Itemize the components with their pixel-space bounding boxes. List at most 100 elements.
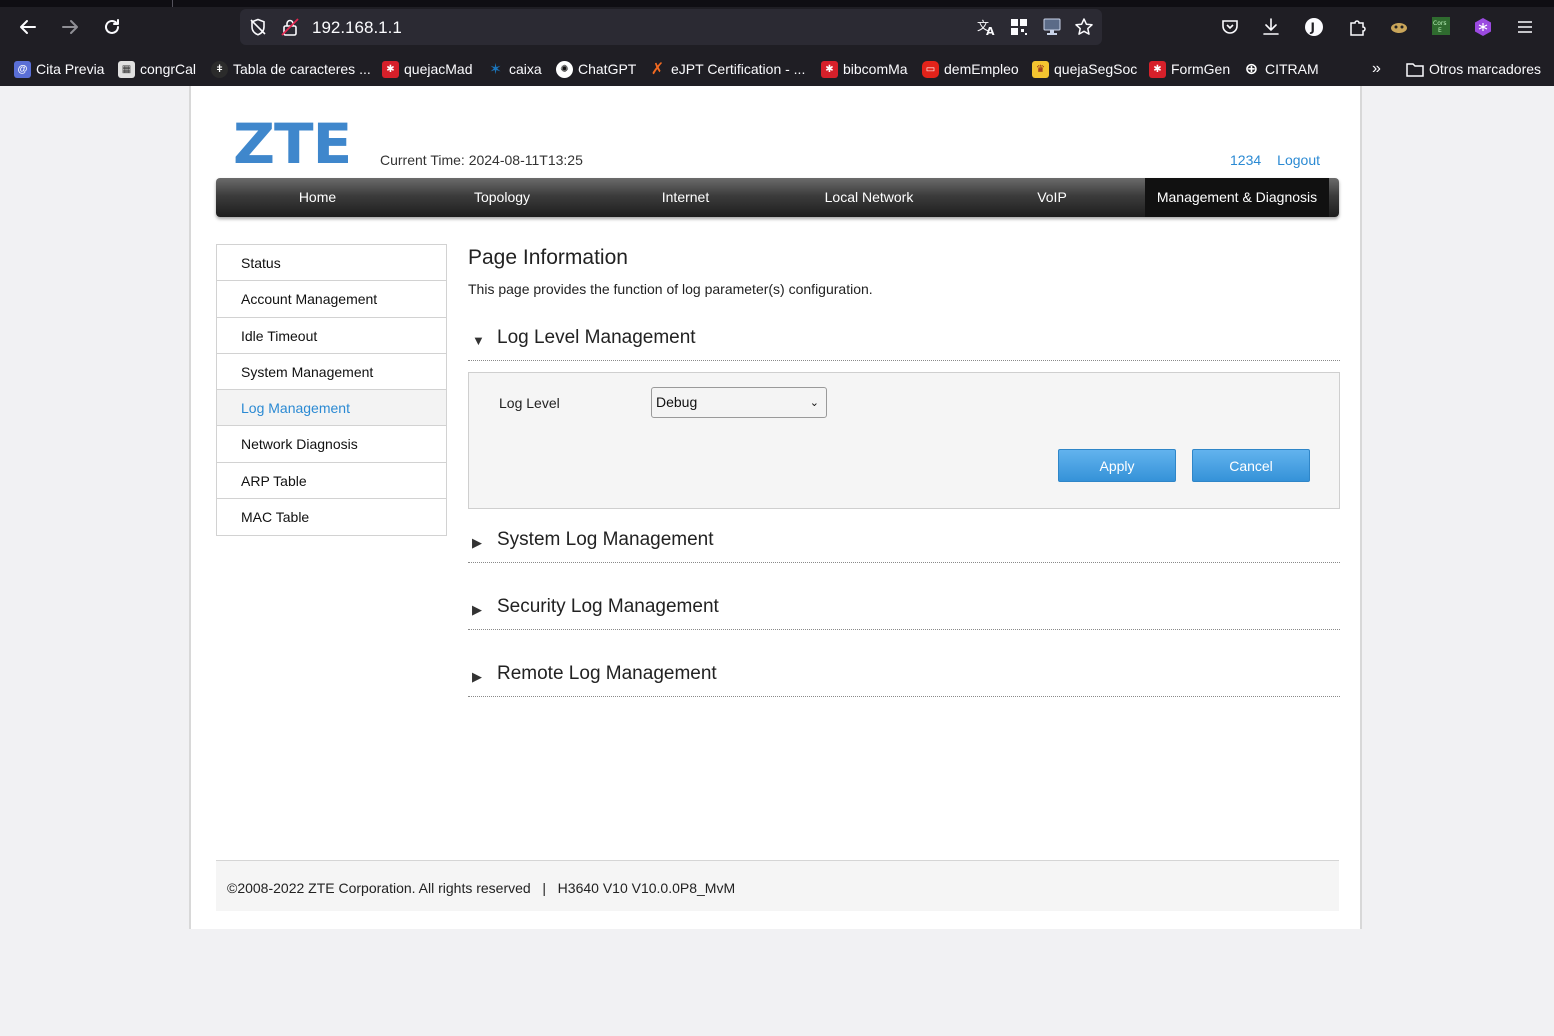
hexagon-extension-icon[interactable]: [1472, 16, 1494, 38]
sidebar-item-log-management[interactable]: Log Management: [217, 390, 446, 427]
bookmark-congrcal[interactable]: ▦ congrCal: [118, 58, 196, 80]
user-links: 1234 Logout: [1214, 152, 1320, 168]
bookmark-tabla-caracteres[interactable]: ǂ Tabla de caracteres ...: [211, 58, 371, 80]
fox-extension-icon[interactable]: [1388, 16, 1410, 38]
triangle-right-icon: ▶: [472, 669, 482, 684]
section-title: System Log Management: [497, 529, 714, 550]
footer: ©2008-2022 ZTE Corporation. All rights r…: [216, 860, 1339, 911]
apply-button[interactable]: Apply: [1058, 449, 1176, 482]
forward-button[interactable]: [55, 12, 85, 42]
triangle-right-icon: ▶: [472, 602, 482, 617]
svg-text:J: J: [1310, 21, 1315, 35]
log-level-panel: Log Level Debug ⌄ Apply Cancel: [468, 372, 1340, 509]
sidebar-item-network-diagnosis[interactable]: Network Diagnosis: [217, 426, 446, 463]
bookmark-bibcomma[interactable]: ✱ bibcomMa: [821, 58, 908, 80]
screen-extension-icon[interactable]: [1041, 16, 1063, 38]
logout-link[interactable]: Logout: [1277, 152, 1320, 168]
footer-text: ©2008-2022 ZTE Corporation. All rights r…: [227, 880, 735, 896]
sidebar-item-mac-table[interactable]: MAC Table: [217, 499, 446, 536]
arrow-right-icon: [62, 20, 78, 34]
page-title: Page Information: [468, 246, 628, 269]
account-avatar-icon[interactable]: J: [1303, 16, 1325, 38]
bookmark-quejacmad[interactable]: ✱ quejacMad: [382, 58, 473, 80]
sidebar-item-system-management[interactable]: System Management: [217, 353, 446, 391]
folder-icon: [1406, 63, 1424, 77]
bookmark-chatgpt[interactable]: ✺ ChatGPT: [556, 58, 636, 80]
cancel-button[interactable]: Cancel: [1192, 449, 1310, 482]
pocket-icon[interactable]: [1219, 16, 1241, 38]
qr-code-icon[interactable]: [1008, 17, 1030, 37]
madrid-icon: ✱: [1149, 60, 1166, 78]
nav-voip[interactable]: VoIP: [952, 178, 1152, 217]
firmware-version: H3640 V10 V10.0.0P8_MvM: [557, 880, 736, 896]
section-title: Remote Log Management: [497, 663, 717, 684]
nav-internet[interactable]: Internet: [585, 178, 786, 217]
url-bar[interactable]: 192.168.1.1 文A: [240, 9, 1102, 45]
browser-chrome: 192.168.1.1 文A J Cors E @ Cita Previa ▦ …: [0, 0, 1554, 86]
triangle-right-icon: ▶: [472, 535, 482, 550]
bookmark-caixa[interactable]: ✶ caixa: [487, 58, 541, 80]
triangle-down-icon: ▼: [472, 333, 485, 348]
main-navigation: Home Topology Internet Local Network VoI…: [216, 178, 1339, 217]
sidebar-item-arp-table[interactable]: ARP Table: [217, 462, 446, 500]
url-text[interactable]: 192.168.1.1: [312, 18, 402, 38]
bookmark-dempleo[interactable]: ▭ demEmpleo: [922, 58, 1019, 80]
copyright-text: ©2008-2022 ZTE Corporation. All rights r…: [227, 880, 531, 896]
sidebar-menu: Status Account Management Idle Timeout S…: [216, 244, 447, 537]
reload-button[interactable]: [97, 12, 127, 42]
other-bookmarks-folder[interactable]: Otros marcadores: [1406, 58, 1541, 80]
at-icon: @: [14, 60, 31, 78]
sidebar-item-status[interactable]: Status: [217, 245, 446, 282]
nav-management-diagnosis[interactable]: Management & Diagnosis: [1145, 178, 1329, 217]
extensions-puzzle-icon[interactable]: [1346, 16, 1368, 38]
bookmark-quejasegsoc[interactable]: ♛ quejaSegSoc: [1032, 58, 1137, 80]
bookmarks-bar: @ Cita Previa ▦ congrCal ǂ Tabla de caracte…: [0, 54, 1554, 84]
section-system-log-management[interactable]: ▶ System Log Management: [468, 523, 1340, 563]
page-description: This page provides the function of log p…: [468, 281, 873, 297]
hamburger-menu-icon[interactable]: [1514, 16, 1536, 38]
bookmark-ejpt[interactable]: ✗ eJPT Certification - ...: [649, 58, 806, 80]
caixa-star-icon: ✶: [489, 61, 502, 78]
arrow-left-icon: [20, 20, 36, 34]
log-level-select[interactable]: Debug ⌄: [651, 387, 827, 418]
section-security-log-management[interactable]: ▶ Security Log Management: [468, 590, 1340, 630]
section-remote-log-management[interactable]: ▶ Remote Log Management: [468, 657, 1340, 697]
nav-topology[interactable]: Topology: [419, 178, 585, 217]
username-link[interactable]: 1234: [1230, 152, 1261, 168]
tracking-shield-icon[interactable]: [248, 17, 268, 37]
download-icon[interactable]: [1260, 16, 1282, 38]
zte-logo: ZTE: [233, 111, 352, 177]
footer-separator: |: [542, 880, 546, 896]
bookmark-star-icon[interactable]: [1073, 16, 1095, 38]
bookmark-formgen[interactable]: ✱ FormGen: [1149, 58, 1230, 80]
section-log-level-management[interactable]: ▼ Log Level Management: [468, 321, 1340, 361]
insecure-lock-icon[interactable]: [280, 17, 300, 37]
more-bookmarks-chevron-icon[interactable]: »: [1372, 58, 1381, 80]
chatgpt-icon: ✺: [556, 60, 573, 78]
char-table-icon: ǂ: [211, 60, 228, 78]
bookmark-citram[interactable]: ⊕ CITRAM: [1243, 58, 1319, 80]
seguridad-social-icon: ♛: [1032, 60, 1049, 78]
svg-text:A: A: [986, 25, 995, 37]
sidebar-item-account-management[interactable]: Account Management: [217, 281, 446, 318]
sidebar-item-idle-timeout[interactable]: Idle Timeout: [217, 317, 446, 354]
bookmark-cita-previa[interactable]: @ Cita Previa: [14, 58, 104, 80]
cors-extension-icon[interactable]: Cors E: [1430, 15, 1452, 37]
log-level-label: Log Level: [499, 395, 560, 411]
back-button[interactable]: [13, 12, 43, 42]
current-time: Current Time: 2024-08-11T13:25: [380, 152, 583, 168]
chevron-down-icon: ⌄: [809, 397, 819, 409]
tab-strip: [0, 0, 1554, 7]
madrid-icon: ✱: [382, 60, 399, 78]
log-level-selected-value: Debug: [656, 394, 698, 410]
ine-icon: ✗: [650, 61, 665, 78]
empleo-icon: ▭: [922, 60, 939, 78]
svg-text:E: E: [1438, 27, 1442, 34]
madrid-icon: ✱: [821, 60, 838, 78]
reload-icon: [105, 19, 119, 34]
translate-icon[interactable]: 文A: [975, 17, 997, 37]
nav-home[interactable]: Home: [216, 178, 419, 217]
router-page: ZTE Current Time: 2024-08-11T13:25 1234 L…: [189, 86, 1362, 929]
nav-local-network[interactable]: Local Network: [786, 178, 952, 217]
globe-icon: ⊕: [1244, 61, 1259, 78]
